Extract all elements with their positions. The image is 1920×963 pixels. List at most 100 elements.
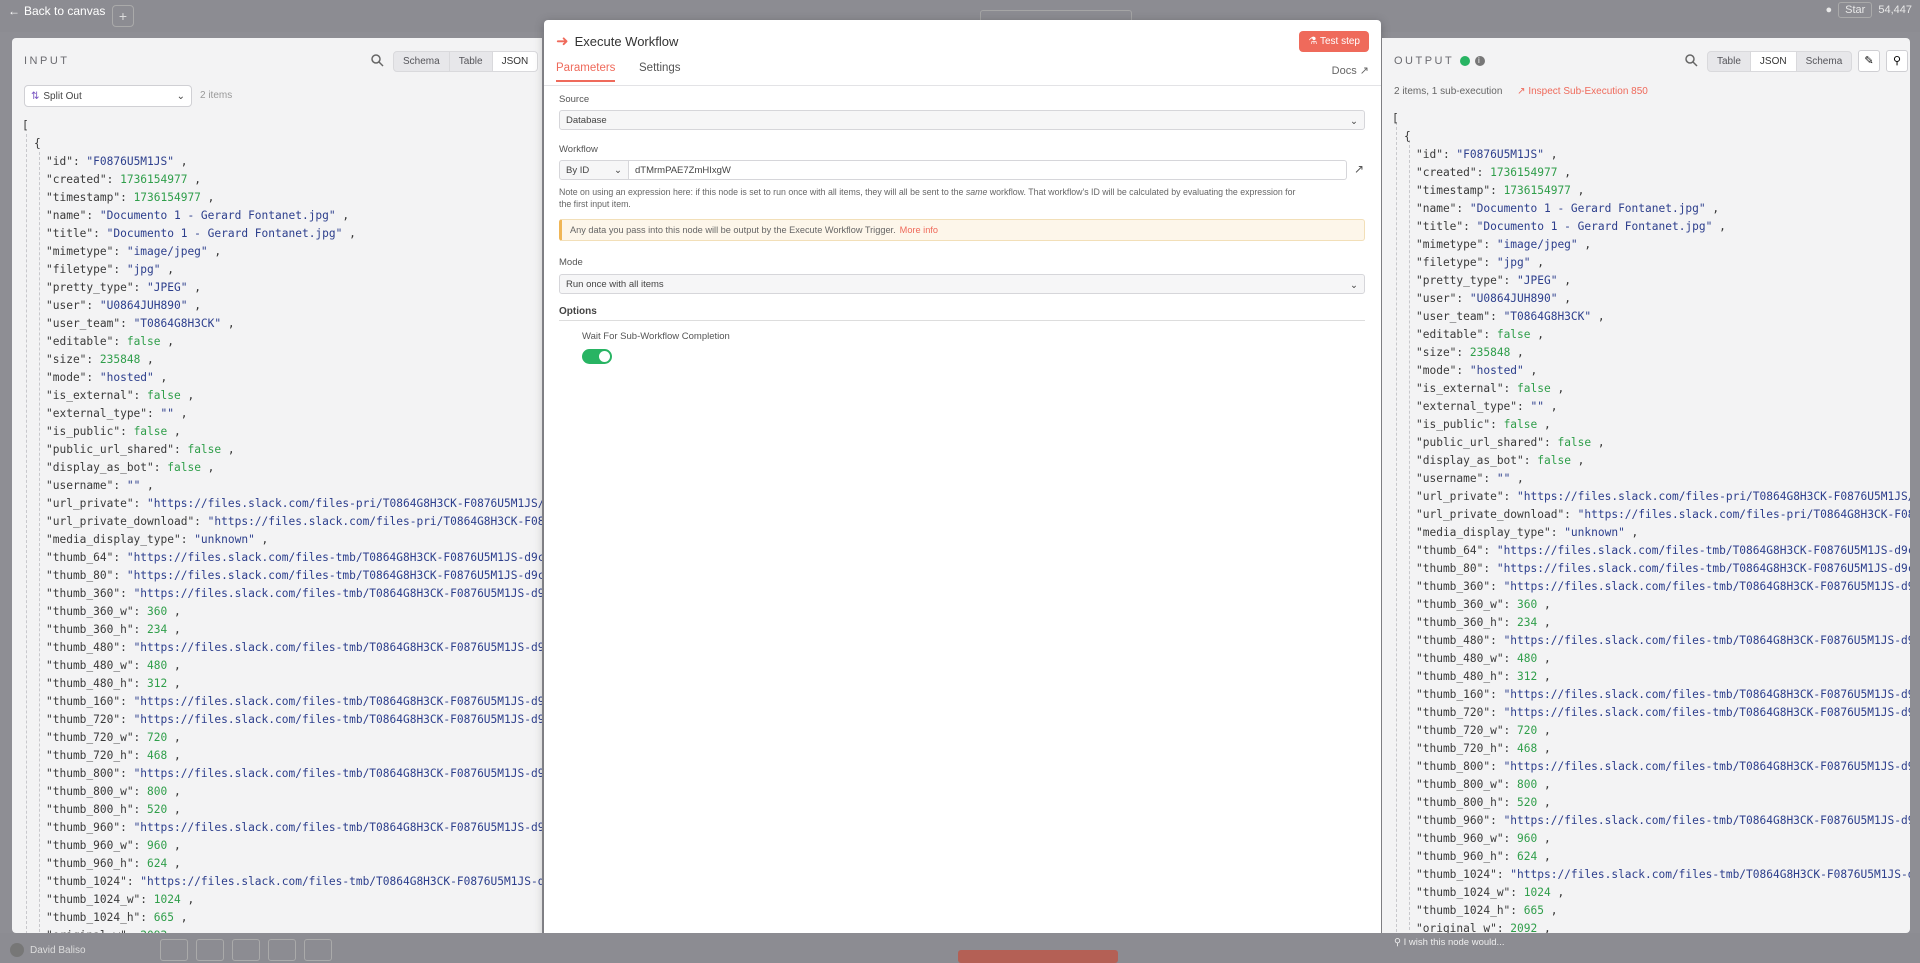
search-icon[interactable] xyxy=(370,53,384,67)
test-step-button[interactable]: ⚗ Test step xyxy=(1299,31,1369,52)
json-line: "thumb_360_w": 360 , xyxy=(1392,596,1910,614)
docs-link[interactable]: Docs ↗ xyxy=(1332,64,1369,77)
workflow-mode-select[interactable]: By ID ⌄ xyxy=(559,160,629,180)
inspect-sub-execution-link[interactable]: ↗ Inspect Sub-Execution 850 xyxy=(1517,86,1648,97)
tab-parameters[interactable]: Parameters xyxy=(556,62,616,82)
output-summary: 2 items, 1 sub-execution ↗ Inspect Sub-E… xyxy=(1394,86,1648,97)
json-value: "image/jpeg" xyxy=(126,245,208,258)
github-star[interactable]: ● Star 54,447 xyxy=(1826,2,1912,18)
json-line: "thumb_480": "https://files.slack.com/fi… xyxy=(1392,632,1910,650)
info-icon[interactable]: i xyxy=(1475,56,1486,67)
input-view-schema[interactable]: Schema xyxy=(394,52,450,71)
json-key: "name": xyxy=(46,209,100,222)
output-view-schema[interactable]: Schema xyxy=(1797,52,1852,71)
json-comma: , xyxy=(335,209,350,222)
json-value: 960 xyxy=(1517,832,1538,845)
output-view-table[interactable]: Table xyxy=(1708,52,1751,71)
json-comma: , xyxy=(1544,904,1558,917)
input-view-json[interactable]: JSON xyxy=(492,52,538,71)
output-view-json[interactable]: JSON xyxy=(1750,52,1797,71)
json-comma: , xyxy=(180,389,195,402)
json-line: "name": "Documento 1 - Gerard Fontanet.j… xyxy=(1392,200,1910,218)
json-comma: , xyxy=(167,785,181,798)
json-value: "U0864JUH890" xyxy=(1469,292,1558,305)
json-value: "https://files.slack.com/files-tmb/T0864… xyxy=(1503,706,1910,719)
pencil-icon: ✎ xyxy=(1864,55,1874,67)
json-line: "display_as_bot": false , xyxy=(22,459,542,477)
json-comma: , xyxy=(1537,922,1551,933)
input-view-table[interactable]: Table xyxy=(450,52,493,71)
json-value: "https://files.slack.com/files-pri/T0864… xyxy=(1517,490,1910,503)
json-value: "https://files.slack.com/files-tmb/T0864… xyxy=(126,569,542,582)
user-menu[interactable]: David Baliso xyxy=(10,943,86,957)
json-line: "size": 235848 , xyxy=(1392,344,1910,362)
edit-output-button[interactable]: ✎ xyxy=(1858,50,1880,72)
modal-header: ➜ Execute Workflow xyxy=(556,32,678,50)
reset-button[interactable] xyxy=(268,939,296,961)
tab-settings[interactable]: Settings xyxy=(639,62,681,80)
json-key: "thumb_960_h": xyxy=(1416,850,1518,863)
zoom-in-button[interactable] xyxy=(196,939,224,961)
source-select[interactable]: Database ⌄ xyxy=(559,110,1365,130)
json-comma: , xyxy=(167,605,181,618)
json-line: "thumb_64": "https://files.slack.com/fil… xyxy=(1392,542,1910,560)
feedback-prompt[interactable]: ⚲ I wish this node would... xyxy=(1394,937,1504,948)
json-line: "mimetype": "image/jpeg" , xyxy=(1392,236,1910,254)
json-key: { xyxy=(34,137,41,150)
json-line: "filetype": "jpg" , xyxy=(1392,254,1910,272)
execute-workflow-bar[interactable] xyxy=(958,950,1118,963)
json-key: "mode": xyxy=(1416,364,1470,377)
json-line: "thumb_960_h": 624 , xyxy=(22,855,542,873)
json-comma: , xyxy=(1550,382,1565,395)
more-info-link[interactable]: More info xyxy=(900,225,938,235)
mode-select[interactable]: Run once with all items ⌄ xyxy=(559,274,1365,294)
input-json-view[interactable]: [{"id": "F0876U5M1JS" , "created": 173615… xyxy=(22,117,542,933)
json-line: "filetype": "jpg" , xyxy=(22,261,542,279)
add-button[interactable]: + xyxy=(112,5,134,27)
fit-view-button[interactable] xyxy=(160,939,188,961)
json-value: 665 xyxy=(1523,904,1544,917)
json-value: false xyxy=(1517,382,1551,395)
json-value: "" xyxy=(1530,400,1544,413)
output-json-view[interactable]: [{"id": "F0876U5M1JS" , "created": 173615… xyxy=(1392,110,1910,933)
json-key: "thumb_1024_h": xyxy=(46,911,154,924)
json-line: "display_as_bot": false , xyxy=(1392,452,1910,470)
json-comma: , xyxy=(174,911,188,924)
open-workflow-icon[interactable]: ↗ xyxy=(1354,162,1364,176)
json-line: "thumb_360_h": 234 , xyxy=(1392,614,1910,632)
json-comma: , xyxy=(221,317,235,330)
pin-data-button[interactable]: ⚲ xyxy=(1886,50,1908,72)
json-line: "thumb_720_h": 468 , xyxy=(22,747,542,765)
execute-workflow-icon: ➜ xyxy=(556,33,569,50)
json-comma: , xyxy=(200,461,215,474)
json-comma: , xyxy=(167,749,181,762)
json-line: "thumb_1024_h": 665 , xyxy=(1392,902,1910,920)
input-node-select[interactable]: ⇅ Split Out ⌄ xyxy=(24,85,192,107)
search-icon[interactable] xyxy=(1684,53,1698,67)
json-value: 235848 xyxy=(1469,346,1511,359)
json-line: "external_type": "" , xyxy=(22,405,542,423)
json-value: "" xyxy=(1496,472,1511,485)
json-comma: , xyxy=(1705,202,1720,215)
json-comma: , xyxy=(160,263,174,276)
chevron-down-icon: ⌄ xyxy=(614,165,622,176)
debug-button[interactable] xyxy=(304,939,332,961)
zoom-out-button[interactable] xyxy=(232,939,260,961)
json-line: "thumb_1024": "https://files.slack.com/f… xyxy=(22,873,542,891)
wait-completion-toggle[interactable] xyxy=(582,349,612,364)
workflow-id-input[interactable]: dTMrmPAE7ZmHIxgW xyxy=(629,160,1347,180)
json-line: "url_private": "https://files.slack.com/… xyxy=(22,495,542,513)
json-value: 800 xyxy=(147,785,168,798)
json-comma: , xyxy=(1557,292,1571,305)
json-line: "thumb_360_h": 234 , xyxy=(22,621,542,639)
json-line: "timestamp": 1736154977 , xyxy=(1392,182,1910,200)
flask-icon: ⚗ xyxy=(1308,36,1318,47)
json-key: "thumb_64": xyxy=(46,551,127,564)
back-to-canvas-link[interactable]: ← Back to canvas xyxy=(8,4,105,18)
json-comma: , xyxy=(187,281,201,294)
options-divider xyxy=(559,320,1365,321)
json-line: "user": "U0864JUH890" , xyxy=(1392,290,1910,308)
json-line: "id": "F0876U5M1JS" , xyxy=(22,153,542,171)
json-value: "https://files.slack.com/files-tmb/T0864… xyxy=(133,587,542,600)
json-line: "thumb_800_h": 520 , xyxy=(1392,794,1910,812)
